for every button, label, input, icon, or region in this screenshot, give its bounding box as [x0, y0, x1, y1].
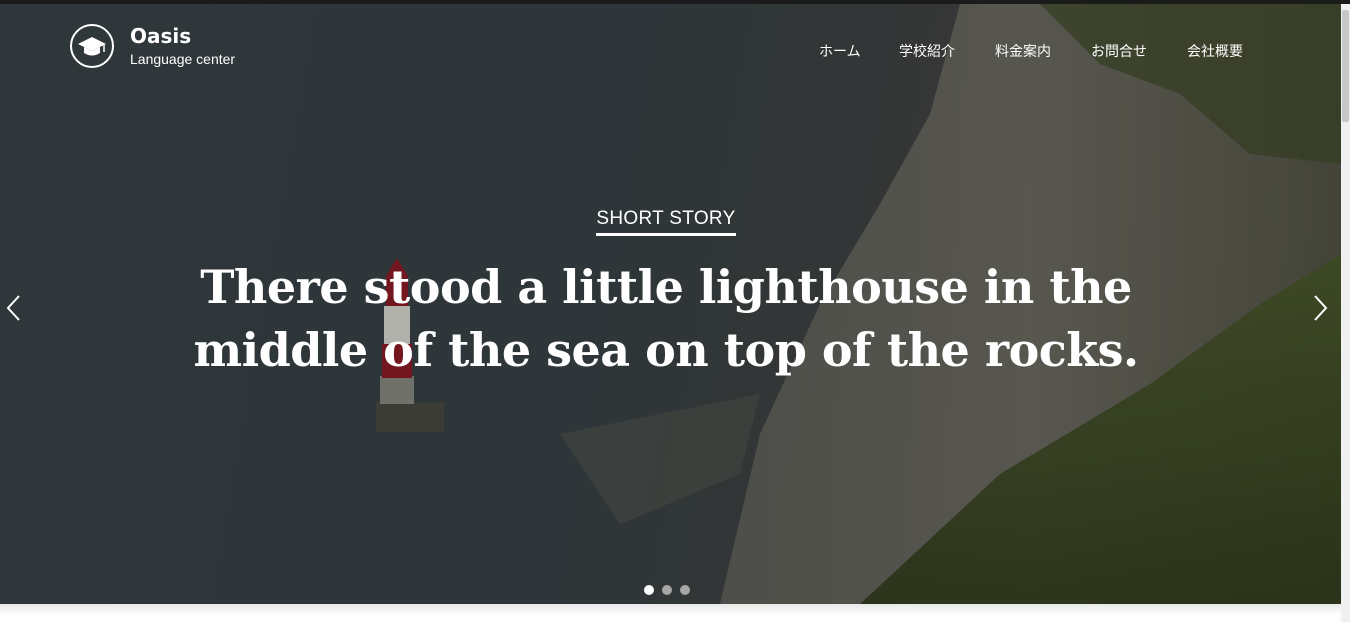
kicker-text: SHORT STORY	[596, 208, 736, 236]
carousel-prev-button[interactable]	[2, 292, 26, 324]
content-below-fold	[0, 604, 1341, 622]
carousel-dot-3[interactable]	[680, 585, 690, 595]
nav-item-pricing[interactable]: 料金案内	[995, 40, 1051, 64]
nav-item-company[interactable]: 会社概要	[1187, 40, 1243, 64]
scrollbar-thumb[interactable]	[1342, 10, 1349, 122]
page-scrollbar[interactable]	[1341, 4, 1350, 622]
carousel-next-button[interactable]	[1308, 292, 1332, 324]
chevron-left-icon	[6, 295, 20, 321]
nav-item-about[interactable]: 学校紹介	[899, 40, 955, 64]
hero-headline: There stood a little lighthouse in the m…	[193, 260, 1139, 377]
carousel-dot-2[interactable]	[662, 585, 672, 595]
hero-kicker: SHORT STORY	[0, 208, 1332, 236]
hero-carousel: Oasis Language center ホーム 学校紹介 料金案内 お問合せ…	[0, 4, 1341, 604]
carousel-indicators	[644, 585, 698, 595]
main-nav: ホーム 学校紹介 料金案内 お問合せ 会社概要	[0, 40, 1341, 64]
chevron-right-icon	[1314, 295, 1328, 321]
nav-item-contact[interactable]: お問合せ	[1091, 40, 1147, 64]
carousel-dot-1[interactable]	[644, 585, 654, 595]
nav-item-home[interactable]: ホーム	[819, 40, 861, 64]
